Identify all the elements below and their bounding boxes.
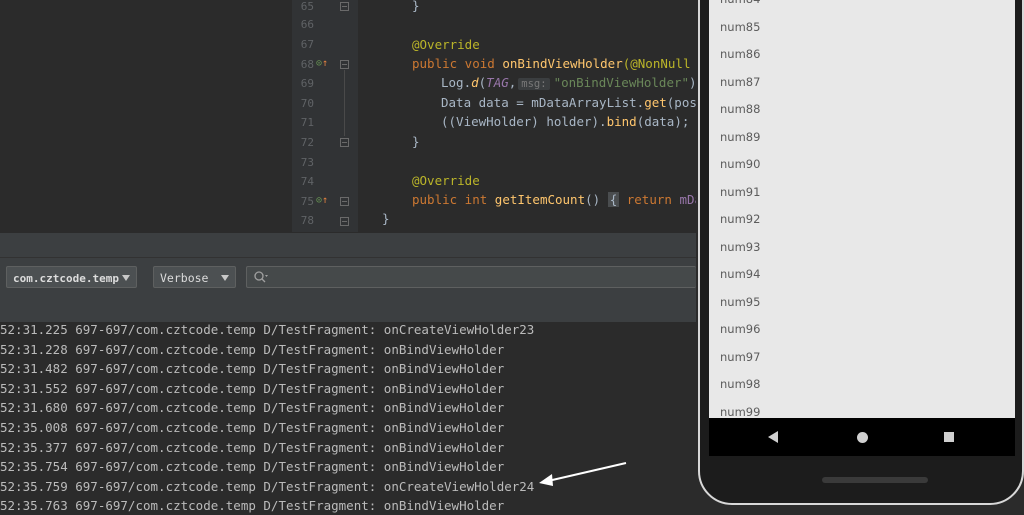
list-item[interactable]: num94 [720, 267, 760, 281]
list-item[interactable]: num87 [720, 75, 760, 89]
line-number: 68 [300, 58, 314, 71]
log-line: 52:31.228 697-697/com.cztcode.temp D/Tes… [0, 341, 505, 357]
logcat-toolbar: com.cztcode.temp Verbose [0, 232, 696, 323]
code-line-74[interactable]: @Override [412, 173, 480, 188]
log-line: 52:35.008 697-697/com.cztcode.temp D/Tes… [0, 420, 505, 435]
code-line-72[interactable]: } [412, 134, 420, 149]
list-item[interactable]: num91 [720, 185, 760, 199]
fold-marker-icon[interactable] [340, 138, 349, 147]
fold-marker-icon[interactable] [340, 2, 349, 11]
recycler-view[interactable]: num84 num85 num86 num87 num88 num89 num9… [709, 0, 1015, 418]
list-item[interactable]: num92 [720, 212, 760, 226]
code-line-65[interactable]: } [412, 0, 420, 13]
package-dropdown[interactable]: com.cztcode.temp [6, 266, 137, 288]
toolbar-strip [0, 233, 696, 258]
log-line: 52:35.754 697-697/com.cztcode.temp D/Tes… [0, 459, 505, 475]
override-marker-icon[interactable]: ⊙↑ [316, 195, 328, 206]
line-number: 78 [300, 214, 314, 227]
log-line: 52:35.759 697-697/com.cztcode.temp D/Tes… [0, 478, 535, 494]
list-item[interactable]: num85 [720, 20, 760, 34]
log-line: 52:31.482 697-697/com.cztcode.temp D/Tes… [0, 361, 505, 377]
back-triangle-icon[interactable] [768, 431, 778, 443]
phone-speaker [822, 477, 928, 483]
list-item[interactable]: num96 [720, 322, 760, 336]
line-number: 67 [300, 38, 314, 51]
line-number: 69 [300, 77, 314, 90]
logcat-output[interactable]: 52:31.225 697-697/com.cztcode.temp D/Tes… [0, 322, 696, 515]
code-line-71[interactable]: ((ViewHolder) holder).bind(data); [441, 114, 689, 129]
log-line: 52:35.377 697-697/com.cztcode.temp D/Tes… [0, 439, 505, 455]
code-line-78[interactable]: } [382, 211, 390, 226]
log-line: 52:31.552 697-697/com.cztcode.temp D/Tes… [0, 380, 505, 396]
list-item[interactable]: num89 [720, 130, 760, 144]
line-number: 71 [300, 116, 314, 129]
project-panel [0, 0, 292, 232]
code-editor[interactable]: 65 66 67 68 69 70 71 72 73 74 75 78 ⊙↑ ⊙… [292, 0, 696, 232]
code-line-67[interactable]: @Override [412, 37, 480, 52]
log-level-label: Verbose [160, 271, 209, 285]
fold-marker-icon[interactable] [340, 60, 349, 69]
annotation-arrow-icon [539, 462, 627, 486]
param-hint: msg: [518, 78, 550, 90]
recents-square-icon[interactable] [944, 432, 954, 442]
log-line: 52:31.680 697-697/com.cztcode.temp D/Tes… [0, 400, 505, 416]
package-dropdown-label: com.cztcode.temp [13, 272, 119, 285]
line-number: 70 [300, 97, 314, 110]
editor-gutter[interactable]: 65 66 67 68 69 70 71 72 73 74 75 78 ⊙↑ ⊙… [292, 0, 358, 232]
search-input[interactable] [246, 266, 696, 288]
log-line: 52:35.763 697-697/com.cztcode.temp D/Tes… [0, 498, 505, 514]
code-line-69[interactable]: Log.d(TAG, msg: "onBindViewHolder") [441, 75, 696, 90]
triangle-down-icon [221, 275, 229, 281]
line-number: 66 [300, 18, 314, 31]
fold-marker-icon[interactable] [340, 217, 349, 226]
line-number: 65 [300, 0, 314, 13]
override-marker-icon[interactable]: ⊙↑ [316, 58, 328, 69]
line-number: 72 [300, 136, 314, 149]
triangle-down-icon [122, 275, 130, 281]
log-line: 52:31.225 697-697/com.cztcode.temp D/Tes… [0, 322, 535, 337]
fold-marker-icon[interactable] [340, 197, 349, 206]
code-line-68[interactable]: public void onBindViewHolder(@NonNull [412, 56, 690, 71]
list-item[interactable]: num99 [720, 405, 760, 418]
code-line-70[interactable]: Data data = mDataArrayList.get(pos [441, 95, 696, 110]
code-line-75[interactable]: public int getItemCount() { return mDa [412, 192, 696, 207]
list-item[interactable]: num93 [720, 240, 760, 254]
magnifier-icon [254, 271, 268, 283]
home-circle-icon[interactable] [857, 432, 868, 443]
folded-brace[interactable]: { [607, 192, 620, 207]
list-item[interactable]: num88 [720, 102, 760, 116]
list-item[interactable]: num84 [720, 0, 760, 6]
list-item[interactable]: num86 [720, 47, 760, 61]
list-item[interactable]: num95 [720, 295, 760, 309]
list-item[interactable]: num90 [720, 157, 760, 171]
line-number: 74 [300, 175, 314, 188]
log-level-dropdown[interactable]: Verbose [153, 266, 236, 288]
list-item[interactable]: num97 [720, 350, 760, 364]
list-item[interactable]: num98 [720, 377, 760, 391]
line-number: 73 [300, 156, 314, 169]
line-number: 75 [300, 195, 314, 208]
android-nav-bar [709, 418, 1015, 456]
